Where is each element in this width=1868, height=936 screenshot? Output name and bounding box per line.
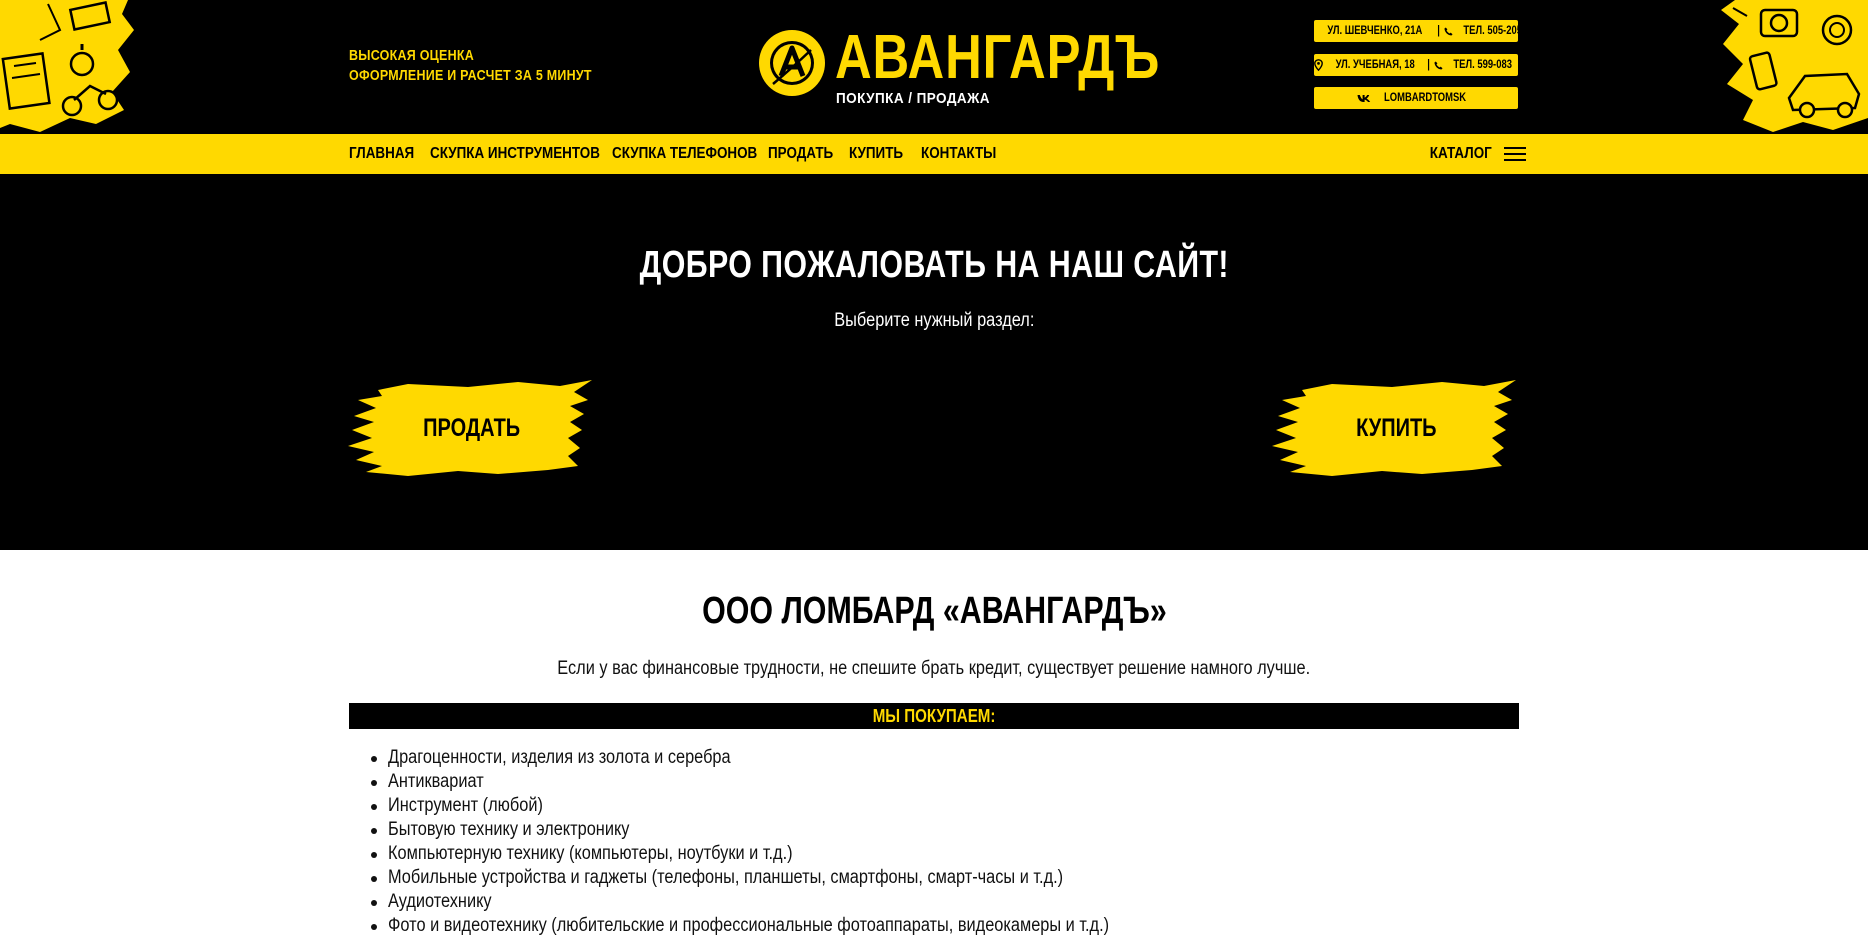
header-illustration-left <box>0 0 134 132</box>
list-item: Мобильные устройства и гаджеты (телефоны… <box>370 866 1226 890</box>
we-buy-heading-text: МЫ ПОКУПАЕМ: <box>872 705 996 726</box>
sell-button[interactable]: ПРОДАТЬ <box>348 378 596 478</box>
vk-social-link[interactable]: LOMBARDTOMSK <box>1314 87 1518 109</box>
about-section: ООО ЛОМБАРД «АВАНГАРДЪ» Если у вас финан… <box>0 550 1868 936</box>
vk-icon <box>1357 94 1371 102</box>
nav-item-contacts[interactable]: КОНТАКТЫ <box>921 145 997 163</box>
buy-button[interactable]: КУПИТЬ <box>1272 378 1520 478</box>
company-intro-text: Если у вас финансовые трудности, не спеш… <box>557 658 1311 679</box>
we-buy-heading: МЫ ПОКУПАЕМ: <box>349 703 1519 729</box>
hero-title: ДОБРО ПОЖАЛОВАТЬ НА НАШ САЙТ! <box>0 244 1868 287</box>
contact-address-2-text: УЛ. УЧЕБНАЯ, 18 <box>1335 59 1415 71</box>
nav-menu: ГЛАВНАЯ СКУПКА ИНСТРУМЕНТОВ СКУПКА ТЕЛЕФ… <box>349 134 1011 174</box>
phone-icon <box>1434 60 1443 70</box>
hero-subtitle-text: Выберите нужный раздел: <box>833 310 1035 331</box>
logo-subtitle: ПОКУПКА / ПРОДАЖА <box>836 90 990 107</box>
list-item: Инструмент (любой) <box>370 794 1226 818</box>
list-item: Компьютерную технику (компьютеры, ноутбу… <box>370 842 1226 866</box>
list-item: Драгоценности, изделия из золота и сереб… <box>370 746 1226 770</box>
sell-button-label: ПРОДАТЬ <box>348 378 596 478</box>
vk-social-label: LOMBARDTOMSK <box>1383 92 1467 104</box>
site-logo[interactable]: АВАНГАРДЪ ПОКУПКА / ПРОДАЖА <box>757 24 1159 116</box>
list-item-text: Компьютерную технику (компьютеры, ноутбу… <box>388 843 793 864</box>
nav-item-buy-tools[interactable]: СКУПКА ИНСТРУМЕНТОВ <box>430 145 600 163</box>
company-title: ООО ЛОМБАРД «АВАНГАРДЪ» <box>0 590 1868 633</box>
list-item-text: Инструмент (любой) <box>388 795 543 816</box>
contact-address-1-text: УЛ. ШЕВЧЕНКО, 21А <box>1327 25 1423 37</box>
we-buy-list: Драгоценности, изделия из золота и сереб… <box>370 746 1226 936</box>
catalog-menu-button[interactable]: КАТАЛОГ <box>1418 134 1526 174</box>
company-intro: Если у вас финансовые трудности, не спеш… <box>0 658 1868 680</box>
nav-item-buy[interactable]: КУПИТЬ <box>849 145 909 163</box>
list-item: Фото и видеотехнику (любительские и проф… <box>370 914 1226 936</box>
tagline-line-1: ВЫСОКАЯ ОЦЕНКА <box>349 48 475 64</box>
tagline-line-2: ОФОРМЛЕНИЕ И РАСЧЕТ ЗА 5 МИНУТ <box>349 68 592 84</box>
phone-icon <box>1444 26 1453 36</box>
header-tagline: ВЫСОКАЯ ОЦЕНКА ОФОРМЛЕНИЕ И РАСЧЕТ ЗА 5 … <box>349 46 592 86</box>
list-item-text: Антиквариат <box>388 771 484 792</box>
contact-separator: | <box>1427 59 1430 71</box>
list-item-text: Драгоценности, изделия из золота и сереб… <box>388 747 731 768</box>
logo-title: АВАНГАРДЪ <box>835 23 1161 92</box>
contact-separator: | <box>1436 25 1440 37</box>
nav-item-buy-phones[interactable]: СКУПКА ТЕЛЕФОНОВ <box>612 145 757 163</box>
contact-address-2[interactable]: УЛ. УЧЕБНАЯ, 18 | ТЕЛ. 599-083 <box>1313 54 1518 76</box>
hamburger-menu-icon <box>1503 147 1526 161</box>
contact-phone-1-text: ТЕЛ. 505-205 <box>1463 25 1522 37</box>
sell-button-text: ПРОДАТЬ <box>423 413 521 442</box>
map-pin-icon <box>1303 25 1313 37</box>
list-item-text: Бытовую технику и электронику <box>388 819 630 840</box>
list-item: Бытовую технику и электронику <box>370 818 1226 842</box>
header-illustration-right <box>1721 0 1868 132</box>
buy-button-label: КУПИТЬ <box>1272 378 1520 478</box>
hero-subtitle: Выберите нужный раздел: <box>0 310 1868 332</box>
contact-address-1[interactable]: УЛ. ШЕВЧЕНКО, 21А | ТЕЛ. 505-205 <box>1303 20 1522 42</box>
buy-button-text: КУПИТЬ <box>1355 413 1437 442</box>
list-item: Аудиотехнику <box>370 890 1226 914</box>
list-item: Антиквариат <box>370 770 1226 794</box>
hero-section: ДОБРО ПОЖАЛОВАТЬ НА НАШ САЙТ! Выберите н… <box>0 174 1868 550</box>
logo-seal-icon <box>759 30 825 96</box>
map-pin-icon <box>1313 59 1323 71</box>
nav-item-sell[interactable]: ПРОДАТЬ <box>768 145 836 163</box>
list-item-text: Аудиотехнику <box>388 891 492 912</box>
main-nav: ГЛАВНАЯ СКУПКА ИНСТРУМЕНТОВ СКУПКА ТЕЛЕФ… <box>0 134 1868 174</box>
company-title-text: ООО ЛОМБАРД «АВАНГАРДЪ» <box>701 590 1167 632</box>
contact-phone-2-text: ТЕЛ. 599-083 <box>1453 59 1513 71</box>
nav-item-home[interactable]: ГЛАВНАЯ <box>349 145 417 163</box>
site-header: ВЫСОКАЯ ОЦЕНКА ОФОРМЛЕНИЕ И РАСЧЕТ ЗА 5 … <box>0 0 1868 134</box>
list-item-text: Фото и видеотехнику (любительские и проф… <box>388 915 1110 936</box>
catalog-label: КАТАЛОГ <box>1429 145 1492 162</box>
hero-title-text: ДОБРО ПОЖАЛОВАТЬ НА НАШ САЙТ! <box>639 244 1229 286</box>
list-item-text: Мобильные устройства и гаджеты (телефоны… <box>388 867 1064 888</box>
